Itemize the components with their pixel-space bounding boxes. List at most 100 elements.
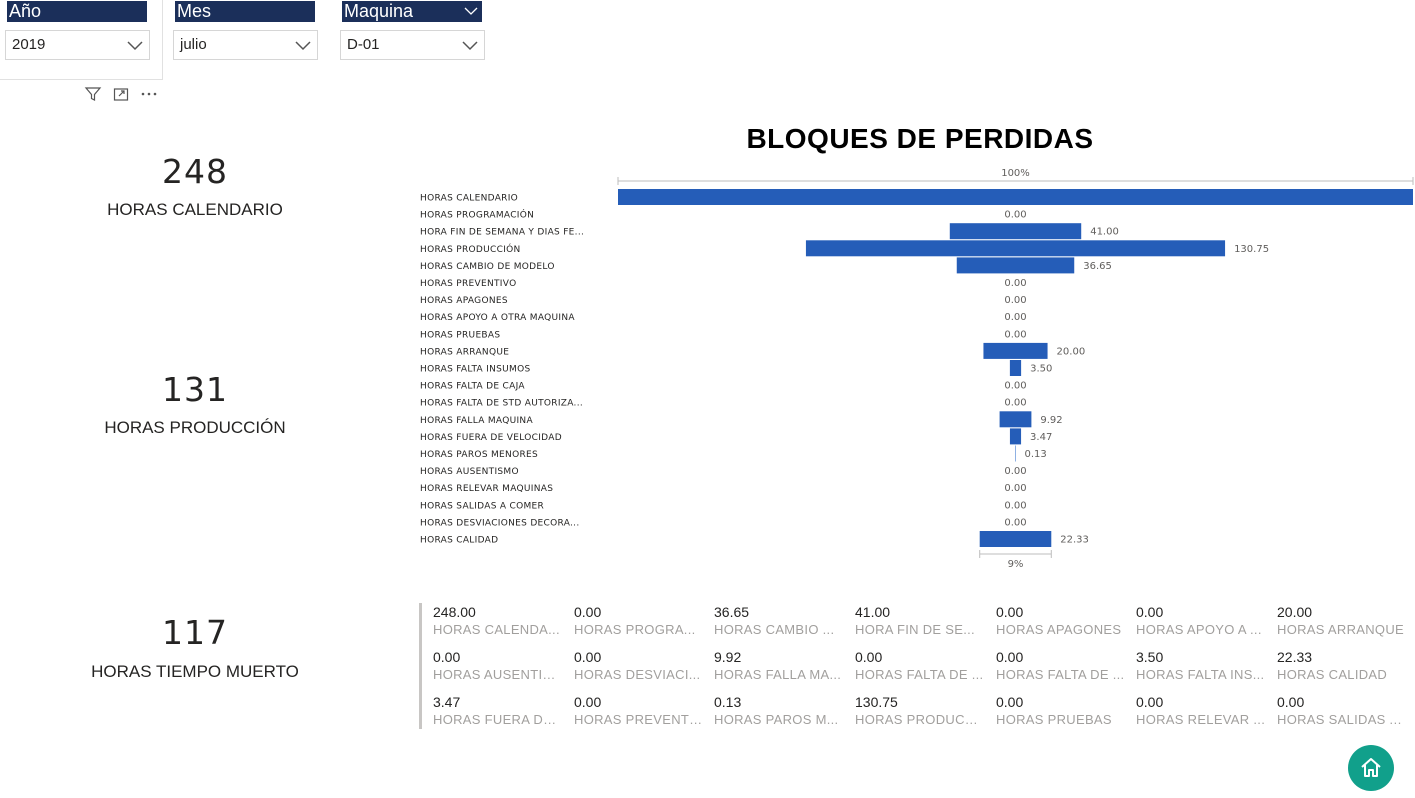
funnel-bar <box>805 240 1226 257</box>
multirow-item-value: 130.75 <box>855 694 898 710</box>
multirow-item-value: 3.47 <box>433 694 461 710</box>
funnel-data-label: 0.00 <box>1004 312 1026 323</box>
funnel-data-label: 0.00 <box>1004 210 1026 221</box>
funnel-chart: 100% HORAS CALENDARIO HORAS PROGRAMACIÓN 0.… <box>420 168 1414 570</box>
multirow-item-label: HORAS PRUEBAS <box>996 712 1112 727</box>
funnel-category-label: HORAS PREVENTIVO <box>420 279 516 289</box>
multirow-item-value: 0.00 <box>574 649 602 665</box>
multirow-item: 0.00 HORAS PRUEBAS <box>996 694 1126 727</box>
funnel-category-label: HORA FIN DE SEMANA Y DIAS FE... <box>420 228 584 238</box>
multirow-item: 0.00 HORAS FALTA DE ... <box>996 649 1126 682</box>
multirow-item-label: HORAS FALTA DE ... <box>996 667 1125 682</box>
multirow-item-label: HORAS PROGRA... <box>574 622 696 637</box>
funnel-category-label: HORAS APAGONES <box>420 296 508 306</box>
funnel-data-label: 0.00 <box>1004 517 1026 528</box>
card-downtime-hours-label: HORAS TIEMPO MUERTO <box>91 662 299 681</box>
funnel-category-label: HORAS APOYO A OTRA MAQUINA <box>420 313 575 323</box>
funnel-data-label: 0.00 <box>1004 466 1026 477</box>
multirow-item-value: 3.50 <box>1136 649 1164 665</box>
funnel-category-label: HORAS PAROS MENORES <box>420 450 538 460</box>
multirow-item-value: 0.00 <box>574 694 602 710</box>
funnel-category-label: HORAS FALTA DE CAJA <box>420 382 525 392</box>
funnel-category-label: HORAS FALTA DE STD AUTORIZA... <box>420 399 583 409</box>
funnel-category-label: HORAS SALIDAS A COMER <box>420 501 544 511</box>
multirow-item-label: HORAS CALENDA... <box>433 622 560 637</box>
multirow-item: 0.00 HORAS APAGONES <box>996 604 1126 637</box>
multirow-card-accent-bar <box>419 603 422 729</box>
card-downtime-hours-value: 117 <box>162 613 228 652</box>
multirow-item: 0.00 HORAS AUSENTIS... <box>433 649 563 682</box>
multirow-item-label: HORAS APAGONES <box>996 622 1122 637</box>
funnel-data-label: 130.75 <box>1234 244 1269 255</box>
multirow-item-value: 0.00 <box>855 649 883 665</box>
multirow-item-label: HORAS FALTA DE ... <box>855 667 984 682</box>
funnel-top-percent-label: 100% <box>1001 168 1030 179</box>
funnel-category-label: HORAS PRUEBAS <box>420 330 500 340</box>
multirow-item: 9.92 HORAS FALLA MA... <box>714 649 844 682</box>
multirow-item: 0.00 HORAS PROGRA... <box>574 604 704 637</box>
multirow-item-value: 248.00 <box>433 604 476 620</box>
funnel-category-label: HORAS FALLA MAQUINA <box>420 416 533 426</box>
multirow-item-value: 41.00 <box>855 604 891 620</box>
multirow-item-value: 36.65 <box>714 604 750 620</box>
multirow-item-label: HORAS SALIDAS A C... <box>1277 712 1407 727</box>
funnel-bar <box>999 411 1032 428</box>
multirow-item-label: HORAS ARRANQUE <box>1277 622 1405 637</box>
multirow-item-value: 0.00 <box>1277 694 1305 710</box>
multirow-item: 3.50 HORAS FALTA INS... <box>1136 649 1266 682</box>
funnel-data-label: 0.00 <box>1004 329 1026 340</box>
multirow-item: 0.00 HORAS PREVENTI... <box>574 694 704 727</box>
funnel-data-label: 41.00 <box>1090 227 1119 238</box>
funnel-bar <box>1009 428 1022 445</box>
funnel-bar <box>983 342 1048 359</box>
funnel-bar <box>979 531 1052 547</box>
home-button[interactable] <box>1348 745 1394 791</box>
multirow-item: 3.47 HORAS FUERA DE... <box>433 694 563 727</box>
funnel-data-label: 0.00 <box>1004 500 1026 511</box>
funnel-category-label: HORAS CALENDARIO <box>420 194 518 204</box>
multirow-item: 0.00 HORAS SALIDAS A C... <box>1277 694 1407 727</box>
funnel-data-label: 3.47 <box>1030 432 1052 443</box>
multirow-item: 0.00 HORAS APOYO A ... <box>1136 604 1266 637</box>
funnel-category-label: HORAS FALTA INSUMOS <box>420 365 531 375</box>
funnel-bar <box>949 223 1082 240</box>
multirow-item-label: HORAS CALIDAD <box>1277 667 1388 682</box>
multirow-item-value: 0.00 <box>996 604 1024 620</box>
multirow-item-label: HORAS APOYO A ... <box>1136 622 1262 637</box>
funnel-bottom-percent-label: 9% <box>1008 559 1024 570</box>
funnel-data-label: 0.00 <box>1004 295 1026 306</box>
multirow-item-value: 0.00 <box>433 649 461 665</box>
multirow-item: 130.75 HORAS PRODUCC... <box>855 694 985 727</box>
funnel-category-label: HORAS CAMBIO DE MODELO <box>420 262 555 272</box>
funnel-data-label: 22.33 <box>1060 535 1089 546</box>
multirow-item: 22.33 HORAS CALIDAD <box>1277 649 1407 682</box>
multirow-item-label: HORAS PAROS M... <box>714 712 839 727</box>
multirow-item: 20.00 HORAS ARRANQUE <box>1277 604 1407 637</box>
multirow-item-value: 20.00 <box>1277 604 1313 620</box>
funnel-data-label: 3.50 <box>1030 364 1052 375</box>
funnel-category-label: HORAS PRODUCCIÓN <box>420 243 521 255</box>
funnel-bar <box>956 257 1075 274</box>
funnel-bar <box>618 189 1413 205</box>
funnel-data-label: 36.65 <box>1083 261 1112 272</box>
multirow-item-label: HORAS RELEVAR ... <box>1136 712 1266 727</box>
multirow-item-label: HORAS AUSENTIS... <box>433 667 563 682</box>
funnel-category-label: HORAS AUSENTISMO <box>420 467 519 477</box>
multirow-item-value: 0.13 <box>714 694 742 710</box>
multirow-item-value: 0.00 <box>1136 604 1164 620</box>
funnel-category-label: HORAS ARRANQUE <box>420 347 509 357</box>
multirow-item-label: HORAS CAMBIO ... <box>714 622 835 637</box>
multirow-item-value: 0.00 <box>1136 694 1164 710</box>
funnel-data-label: 0.00 <box>1004 381 1026 392</box>
multirow-item-label: HORAS PRODUCC... <box>855 712 985 727</box>
multirow-item-label: HORA FIN DE SE... <box>855 622 975 637</box>
funnel-bar <box>1009 360 1022 376</box>
multirow-item-label: HORAS DESVIACI... <box>574 667 701 682</box>
multirow-item: 248.00 HORAS CALENDA... <box>433 604 563 637</box>
multirow-item-value: 0.00 <box>996 649 1024 665</box>
funnel-category-label: HORAS CALIDAD <box>420 536 498 546</box>
funnel-data-label: 20.00 <box>1057 346 1086 357</box>
funnel-category-label: HORAS FUERA DE VELOCIDAD <box>420 433 562 443</box>
multirow-item-label: HORAS FALTA INS... <box>1136 667 1265 682</box>
multirow-item-label: HORAS PREVENTI... <box>574 712 704 727</box>
